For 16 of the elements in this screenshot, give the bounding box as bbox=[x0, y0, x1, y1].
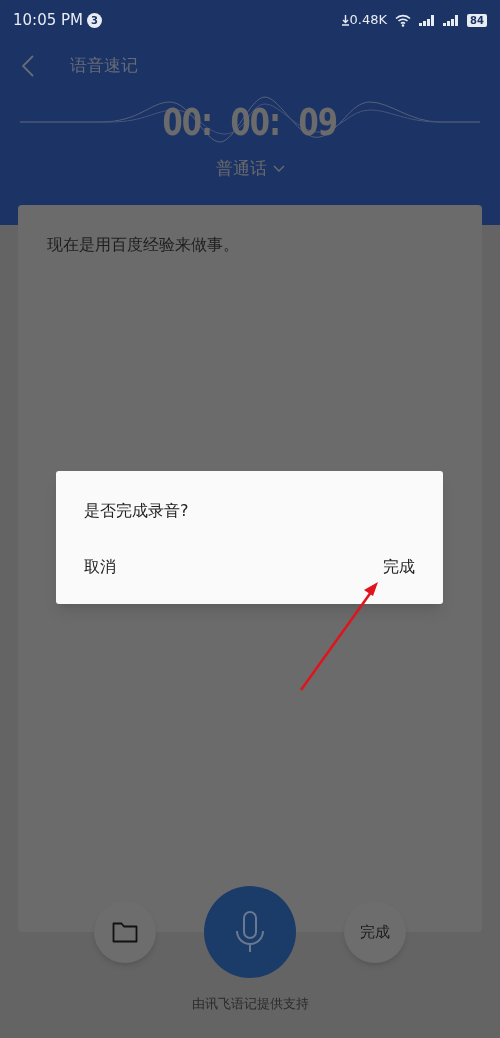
microphone-icon bbox=[235, 911, 265, 953]
back-icon[interactable] bbox=[22, 55, 34, 77]
cancel-button[interactable]: 取消 bbox=[74, 551, 126, 583]
battery-indicator: 84 bbox=[467, 13, 487, 27]
chevron-down-icon bbox=[272, 165, 285, 173]
dialog-message: 是否完成录音? bbox=[84, 500, 190, 522]
confirm-button[interactable]: 完成 bbox=[373, 551, 425, 583]
status-time: 10:05 PM bbox=[13, 9, 83, 31]
transcript-text: 现在是用百度经验来做事。 bbox=[47, 234, 240, 256]
net-speed: 0.48K bbox=[349, 11, 388, 30]
page-title: 语音速记 bbox=[70, 54, 138, 78]
folder-icon bbox=[112, 921, 138, 943]
recording-timer: 00: 00: 09 bbox=[162, 98, 338, 146]
download-icon bbox=[341, 14, 349, 26]
wifi-icon bbox=[395, 13, 412, 27]
notification-badge: 3 bbox=[87, 12, 102, 28]
